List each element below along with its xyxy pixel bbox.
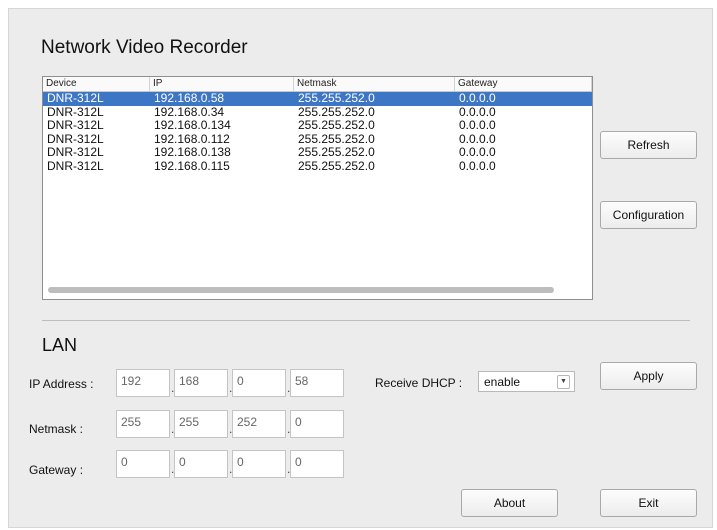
cell-netmask: 255.255.252.0 bbox=[298, 92, 375, 105]
app-title: Network Video Recorder bbox=[41, 37, 248, 58]
gateway-octet-1-input[interactable]: 0 bbox=[116, 450, 170, 478]
cell-netmask: 255.255.252.0 bbox=[298, 119, 375, 132]
main-window: Network Video Recorder Device IP Netmask… bbox=[8, 8, 713, 528]
cell-device: DNR-312L bbox=[47, 146, 104, 159]
cell-device: DNR-312L bbox=[47, 92, 104, 105]
cell-device: DNR-312L bbox=[47, 132, 104, 146]
ip-address-label: IP Address : bbox=[29, 377, 94, 391]
cell-ip: 192.168.0.58 bbox=[154, 92, 225, 105]
table-row[interactable]: DNR-312L 192.168.0.115 255.255.252.0 0.0.0.… bbox=[43, 160, 592, 174]
table-row[interactable]: DNR-312L 192.168.0.58 255.255.252.0 0.0.0.0 bbox=[43, 92, 592, 106]
column-header-device[interactable]: Device bbox=[43, 77, 150, 91]
cell-ip: 192.168.0.134 bbox=[154, 119, 231, 132]
cell-gateway: 0.0.0.0 bbox=[459, 92, 496, 105]
column-header-ip[interactable]: IP bbox=[150, 77, 294, 91]
ip-octet-3-input[interactable]: 0 bbox=[232, 369, 286, 397]
table-row[interactable]: DNR-312L 192.168.0.112 255.255.252.0 0.0.0.… bbox=[43, 133, 592, 147]
table-row[interactable]: DNR-312L 192.168.0.34 255.255.252.0 0.0.0.0 bbox=[43, 106, 592, 120]
cell-device: DNR-312L bbox=[47, 159, 104, 173]
horizontal-scrollbar[interactable] bbox=[48, 287, 554, 293]
column-header-netmask[interactable]: Netmask bbox=[294, 77, 455, 91]
cell-netmask: 255.255.252.0 bbox=[298, 105, 375, 119]
gateway-octet-3-input[interactable]: 0 bbox=[232, 450, 286, 478]
cell-ip: 192.168.0.112 bbox=[154, 132, 230, 146]
cell-gateway: 0.0.0.0 bbox=[459, 132, 496, 146]
device-rows: DNR-312L 192.168.0.58 255.255.252.0 0.0.0.0… bbox=[43, 92, 592, 173]
cell-ip: 192.168.0.138 bbox=[154, 146, 231, 159]
ip-octet-2-input[interactable]: 168 bbox=[174, 369, 228, 397]
dhcp-select[interactable]: enable ▼ bbox=[478, 371, 575, 392]
device-list[interactable]: Device IP Netmask Gateway DNR-312L 192.16… bbox=[42, 76, 593, 300]
gateway-label: Gateway : bbox=[29, 463, 84, 477]
about-button[interactable]: About bbox=[461, 489, 558, 517]
ip-octet-4-input[interactable]: 58 bbox=[290, 369, 344, 397]
netmask-octet-4-input[interactable]: 0 bbox=[290, 410, 344, 438]
gateway-octet-2-input[interactable]: 0 bbox=[174, 450, 228, 478]
column-header-gateway[interactable]: Gateway bbox=[455, 77, 592, 91]
cell-gateway: 0.0.0.0 bbox=[459, 105, 496, 119]
exit-button[interactable]: Exit bbox=[600, 489, 697, 517]
cell-gateway: 0.0.0.0 bbox=[459, 159, 496, 173]
cell-netmask: 255.255.252.0 bbox=[298, 132, 375, 146]
dhcp-label: Receive DHCP : bbox=[375, 376, 463, 390]
netmask-octet-1-input[interactable]: 255 bbox=[116, 410, 170, 438]
device-list-header: Device IP Netmask Gateway bbox=[43, 77, 592, 92]
netmask-label: Netmask : bbox=[29, 422, 84, 436]
refresh-button[interactable]: Refresh bbox=[600, 131, 697, 159]
table-row[interactable]: DNR-312L 192.168.0.134 255.255.252.0 0.0.0.… bbox=[43, 119, 592, 133]
configuration-button[interactable]: Configuration bbox=[600, 201, 697, 229]
cell-netmask: 255.255.252.0 bbox=[298, 146, 375, 159]
dropdown-arrow-icon[interactable]: ▼ bbox=[557, 375, 570, 389]
netmask-octet-2-input[interactable]: 255 bbox=[174, 410, 228, 438]
gateway-octet-4-input[interactable]: 0 bbox=[290, 450, 344, 478]
lan-section-title: LAN bbox=[42, 335, 78, 355]
cell-netmask: 255.255.252.0 bbox=[298, 159, 375, 173]
cell-ip: 192.168.0.115 bbox=[154, 159, 230, 173]
cell-gateway: 0.0.0.0 bbox=[459, 146, 496, 159]
ip-octet-1-input[interactable]: 192 bbox=[116, 369, 170, 397]
section-divider bbox=[42, 320, 690, 321]
cell-device: DNR-312L bbox=[47, 105, 104, 119]
netmask-octet-3-input[interactable]: 252 bbox=[232, 410, 286, 438]
dhcp-select-value: enable bbox=[484, 375, 521, 389]
table-row[interactable]: DNR-312L 192.168.0.138 255.255.252.0 0.0.0.… bbox=[43, 146, 592, 160]
cell-device: DNR-312L bbox=[47, 119, 104, 132]
cell-ip: 192.168.0.34 bbox=[154, 105, 225, 119]
cell-gateway: 0.0.0.0 bbox=[459, 119, 496, 132]
apply-button[interactable]: Apply bbox=[600, 362, 697, 390]
